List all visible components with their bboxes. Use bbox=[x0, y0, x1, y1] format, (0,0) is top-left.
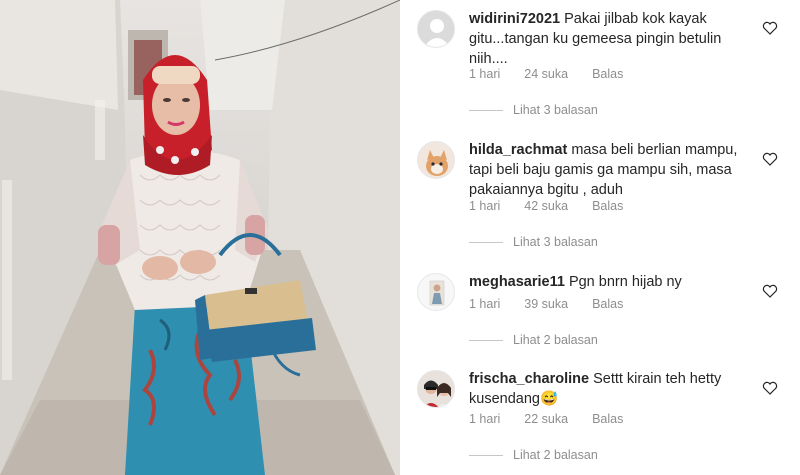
comment-body: Pgn bnrn hijab ny bbox=[568, 274, 682, 290]
view-replies-label: Lihat 2 balasan bbox=[513, 448, 598, 462]
like-heart-icon[interactable] bbox=[762, 152, 778, 166]
comment-text: frischa_charoline Settt kirain teh hetty … bbox=[469, 369, 759, 409]
comment-text: hilda_rachmat masa beli berlian mampu, ta… bbox=[469, 140, 759, 200]
post-photo bbox=[0, 0, 400, 475]
comment-time[interactable]: 1 hari bbox=[469, 67, 500, 81]
comment-likes[interactable]: 24 suka bbox=[524, 67, 568, 81]
comment-username[interactable]: hilda_rachmat bbox=[469, 142, 567, 158]
comment-meta: 1 hari 42 suka Balas bbox=[469, 199, 623, 213]
like-heart-icon[interactable] bbox=[762, 21, 778, 35]
comment-meta: 1 hari 39 suka Balas bbox=[469, 297, 623, 311]
comment-meta: 1 hari 22 suka Balas bbox=[469, 412, 623, 426]
comment-time[interactable]: 1 hari bbox=[469, 297, 500, 311]
like-heart-icon[interactable] bbox=[762, 381, 778, 395]
reply-button[interactable]: Balas bbox=[592, 199, 623, 213]
comment-time[interactable]: 1 hari bbox=[469, 199, 500, 213]
view-replies-button[interactable]: Lihat 3 balasan bbox=[469, 235, 598, 249]
replies-divider bbox=[469, 454, 503, 456]
view-replies-label: Lihat 3 balasan bbox=[513, 103, 598, 117]
view-replies-button[interactable]: Lihat 2 balasan bbox=[469, 448, 598, 462]
view-replies-label: Lihat 2 balasan bbox=[513, 333, 598, 347]
woman-in-corridor-image bbox=[0, 0, 400, 475]
replies-divider bbox=[469, 339, 503, 341]
view-replies-button[interactable]: Lihat 2 balasan bbox=[469, 333, 598, 347]
person-photo-avatar[interactable] bbox=[417, 273, 455, 311]
comment-text: widirini72021 Pakai jilbab kok kayak gitu… bbox=[469, 9, 759, 69]
comment-meta: 1 hari 24 suka Balas bbox=[469, 67, 623, 81]
default-user-icon[interactable] bbox=[417, 10, 455, 48]
comment-username[interactable]: meghasarie11 bbox=[469, 274, 565, 290]
view-replies-label: Lihat 3 balasan bbox=[513, 235, 598, 249]
comment-username[interactable]: frischa_charoline bbox=[469, 371, 589, 387]
reply-button[interactable]: Balas bbox=[592, 412, 623, 426]
like-heart-icon[interactable] bbox=[762, 284, 778, 298]
comments-panel: widirini72021 Pakai jilbab kok kayak gitu… bbox=[400, 0, 800, 475]
reply-button[interactable]: Balas bbox=[592, 67, 623, 81]
view-replies-button[interactable]: Lihat 3 balasan bbox=[469, 103, 598, 117]
couple-photo-avatar[interactable] bbox=[417, 370, 455, 408]
comment-text: meghasarie11 Pgn bnrn hijab ny bbox=[469, 272, 759, 292]
replies-divider bbox=[469, 109, 503, 111]
comment-time[interactable]: 1 hari bbox=[469, 412, 500, 426]
comment-username[interactable]: widirini72021 bbox=[469, 11, 560, 27]
comment-likes[interactable]: 22 suka bbox=[524, 412, 568, 426]
kitten-avatar[interactable] bbox=[417, 141, 455, 179]
comment-likes[interactable]: 42 suka bbox=[524, 199, 568, 213]
reply-button[interactable]: Balas bbox=[592, 297, 623, 311]
comment-likes[interactable]: 39 suka bbox=[524, 297, 568, 311]
replies-divider bbox=[469, 241, 503, 243]
